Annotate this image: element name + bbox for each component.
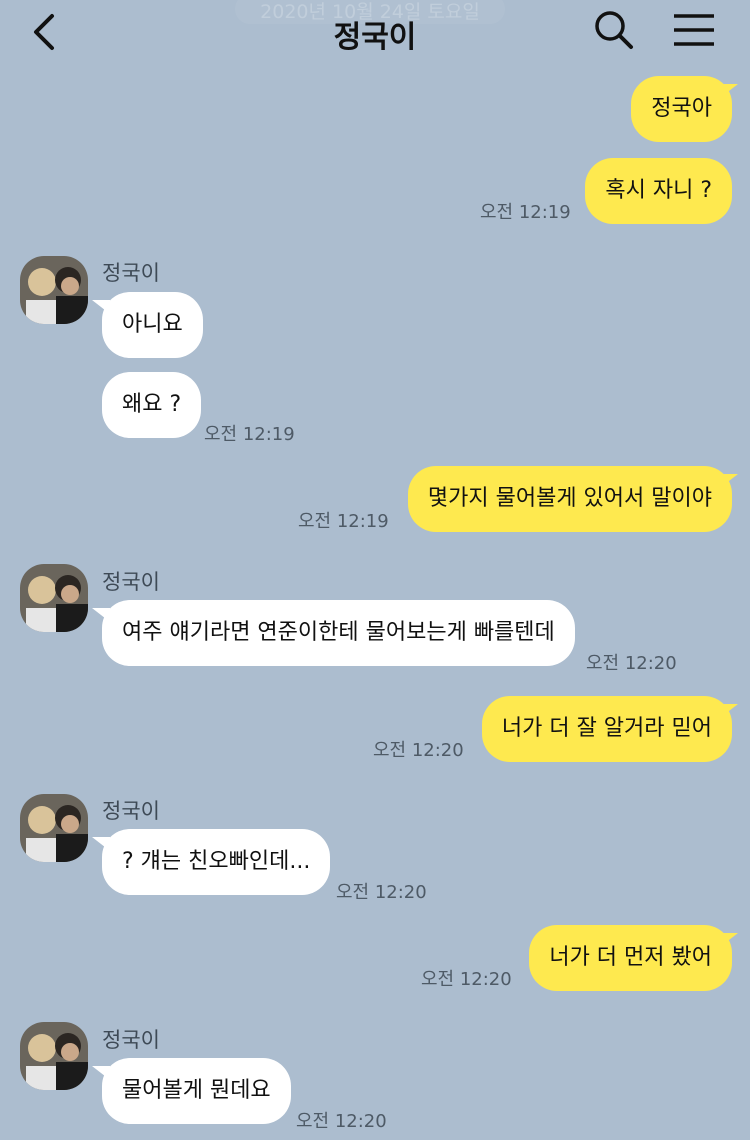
profile-photo[interactable] bbox=[20, 564, 88, 632]
bubble-tail bbox=[720, 933, 738, 947]
message-time: 오전 12:20 bbox=[373, 740, 464, 761]
message-bubble-received[interactable]: 왜요 ? bbox=[102, 372, 202, 438]
message-time: 오전 12:20 bbox=[296, 1111, 387, 1132]
message-bubble-received[interactable]: 물어볼게 뭔데요 bbox=[102, 1058, 291, 1124]
message-bubble-received[interactable]: ? 걔는 친오빠인데... bbox=[102, 829, 331, 895]
bubble-tail bbox=[92, 300, 110, 314]
message-bubble-sent[interactable]: 너가 더 먼저 봤어 bbox=[529, 925, 732, 991]
message-time: 오전 12:19 bbox=[204, 424, 295, 445]
message-time: 오전 12:20 bbox=[421, 969, 512, 990]
chat-title: 정국이 bbox=[333, 20, 417, 55]
profile-photo[interactable] bbox=[20, 1022, 88, 1090]
message-bubble-received[interactable]: 아니요 bbox=[102, 292, 203, 358]
message-bubble-sent[interactable]: 몇가지 물어볼게 있어서 말이야 bbox=[407, 466, 732, 532]
bubble-tail bbox=[92, 608, 110, 622]
message-bubble-sent[interactable]: 혹시 자니 ? bbox=[585, 158, 732, 224]
message-time: 오전 12:20 bbox=[336, 882, 427, 903]
message-time: 오전 12:20 bbox=[586, 653, 677, 674]
sender-name: 정국이 bbox=[102, 570, 160, 594]
sender-name: 정국이 bbox=[102, 261, 160, 285]
chat-header: 2020년 10월 24일 토요일 정국이 bbox=[0, 0, 750, 62]
message-time: 오전 12:19 bbox=[480, 202, 571, 223]
message-bubble-received[interactable]: 여주 얘기라면 연준이한테 물어보는게 빠를텐데 bbox=[102, 600, 575, 666]
bubble-tail bbox=[92, 837, 110, 851]
bubble-tail bbox=[720, 84, 738, 98]
hamburger-menu-icon[interactable] bbox=[672, 12, 716, 48]
sender-name: 정국이 bbox=[102, 799, 160, 823]
message-bubble-sent[interactable]: 너가 더 잘 알거라 믿어 bbox=[481, 696, 732, 762]
sender-name: 정국이 bbox=[102, 1028, 160, 1052]
bubble-tail bbox=[720, 474, 738, 488]
message-bubble-sent[interactable]: 정국아 bbox=[631, 76, 732, 142]
profile-photo[interactable] bbox=[20, 256, 88, 324]
bubble-tail bbox=[92, 1066, 110, 1080]
message-time: 오전 12:19 bbox=[298, 511, 389, 532]
search-icon[interactable] bbox=[594, 10, 634, 50]
profile-photo[interactable] bbox=[20, 794, 88, 862]
bubble-tail bbox=[720, 704, 738, 718]
